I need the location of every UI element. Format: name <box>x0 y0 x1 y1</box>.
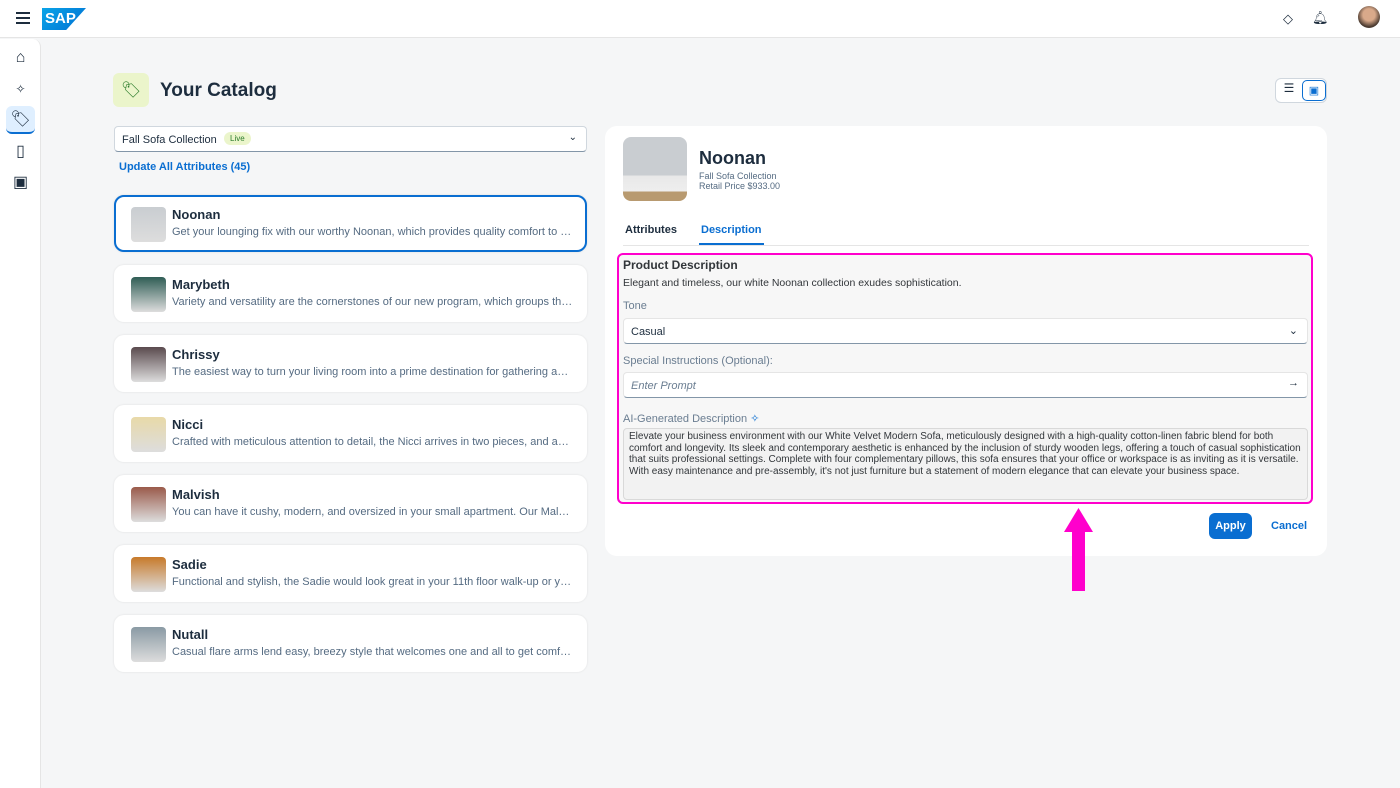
cancel-button[interactable]: Cancel <box>1271 520 1307 532</box>
catalog-tag-icon: 🏷︎ <box>113 73 149 107</box>
product-thumbnail <box>131 557 166 592</box>
tab-description[interactable]: Description <box>699 224 764 245</box>
product-thumbnail <box>131 487 166 522</box>
product-card-desc: Crafted with meticulous attention to det… <box>172 436 574 448</box>
bell-icon[interactable]: 🔔︎ <box>1312 10 1329 26</box>
product-card-name: Malvish <box>172 487 220 502</box>
product-card-name: Nicci <box>172 417 204 432</box>
product-card-name: Marybeth <box>172 277 230 292</box>
prompt-placeholder: Enter Prompt <box>631 380 696 392</box>
page-title: Your Catalog <box>160 80 277 101</box>
product-card-name: Nutall <box>172 627 209 642</box>
product-card-name: Noonan <box>172 207 221 222</box>
side-nav: ⌂ ✧ 🏷︎ ▯ ▣ <box>0 39 41 788</box>
view-toggle: ☰ ▣ <box>1275 78 1327 103</box>
product-card[interactable]: Noonan Get your lounging fix with our wor… <box>114 195 587 252</box>
tone-label: Tone <box>623 300 647 312</box>
product-card-desc: Get your lounging fix with our worthy No… <box>172 226 574 238</box>
diamond-icon[interactable]: ◇ <box>1283 11 1293 27</box>
shell-bar: SAP ◇ 🔔︎ <box>0 0 1400 38</box>
ai-label: AI-Generated Description <box>623 413 748 425</box>
product-image <box>623 137 687 201</box>
document-icon[interactable]: ▯ <box>6 137 35 165</box>
product-card[interactable]: Chrissy The easiest way to turn your livi… <box>114 335 587 392</box>
chevron-down-icon: ⌄ <box>568 132 577 143</box>
tab-divider <box>623 245 1309 246</box>
product-name: Noonan <box>699 148 766 168</box>
chevron-down-icon: ⌄ <box>1288 325 1298 337</box>
product-card-desc: The easiest way to turn your living room… <box>172 366 574 378</box>
collection-select[interactable]: Fall Sofa Collection Live ⌄ <box>114 126 587 152</box>
summary-text: Elegant and timeless, our white Noonan c… <box>623 277 962 289</box>
product-card[interactable]: Nicci Crafted with meticulous attention t… <box>114 405 587 462</box>
list-view-icon[interactable]: ☰ <box>1278 81 1300 100</box>
tone-select[interactable]: Casual ⌄ <box>623 318 1308 344</box>
product-thumbnail <box>131 627 166 662</box>
apply-button[interactable]: Apply <box>1209 513 1252 539</box>
product-card-name: Chrissy <box>172 347 220 362</box>
product-card[interactable]: Malvish You can have it cushy, modern, an… <box>114 475 587 532</box>
product-thumbnail <box>131 417 166 452</box>
product-collection: Fall Sofa Collection <box>699 171 777 181</box>
tone-value: Casual <box>631 326 666 338</box>
product-card-desc: Casual flare arms lend easy, breezy styl… <box>172 646 574 658</box>
product-card[interactable]: Marybeth Variety and versatility are the … <box>114 265 587 322</box>
home-icon[interactable]: ⌂ <box>6 44 35 72</box>
instructions-label: Special Instructions (Optional): <box>623 355 773 367</box>
product-card-desc: Variety and versatility are the cornerst… <box>172 296 574 308</box>
avatar[interactable] <box>1358 6 1380 28</box>
product-card-desc: You can have it cushy, modern, and overs… <box>172 506 574 518</box>
menu-icon[interactable] <box>16 12 30 24</box>
tag-icon[interactable]: 🏷︎ <box>6 106 35 134</box>
update-all-link[interactable]: Update All Attributes (45) <box>119 161 250 173</box>
section-title: Product Description <box>623 258 738 272</box>
sap-logo[interactable]: SAP <box>42 8 86 30</box>
product-card[interactable]: Nutall Casual flare arms lend easy, breez… <box>114 615 587 672</box>
product-card-desc: Functional and stylish, the Sadie would … <box>172 576 574 588</box>
magic-wand-icon: ✧ <box>750 413 760 425</box>
tab-attributes[interactable]: Attributes <box>625 224 677 236</box>
product-card-name: Sadie <box>172 557 207 572</box>
product-thumbnail <box>131 347 166 382</box>
send-arrow-icon[interactable]: → <box>1288 377 1299 389</box>
gallery-icon[interactable]: ▣ <box>6 168 35 196</box>
ai-description-textarea[interactable]: Elevate your business environment with o… <box>623 428 1308 500</box>
product-price: Retail Price $933.00 <box>699 181 781 191</box>
product-thumbnail <box>131 277 166 312</box>
detail-view-icon[interactable]: ▣ <box>1302 80 1326 101</box>
live-badge: Live <box>224 132 251 145</box>
product-card[interactable]: Sadie Functional and stylish, the Sadie w… <box>114 545 587 602</box>
collection-value: Fall Sofa Collection <box>122 134 217 146</box>
product-thumbnail <box>131 207 166 242</box>
magic-wand-icon[interactable]: ✧ <box>6 75 35 103</box>
prompt-input[interactable]: Enter Prompt → <box>623 372 1308 398</box>
arrow-shaft <box>1072 530 1085 591</box>
